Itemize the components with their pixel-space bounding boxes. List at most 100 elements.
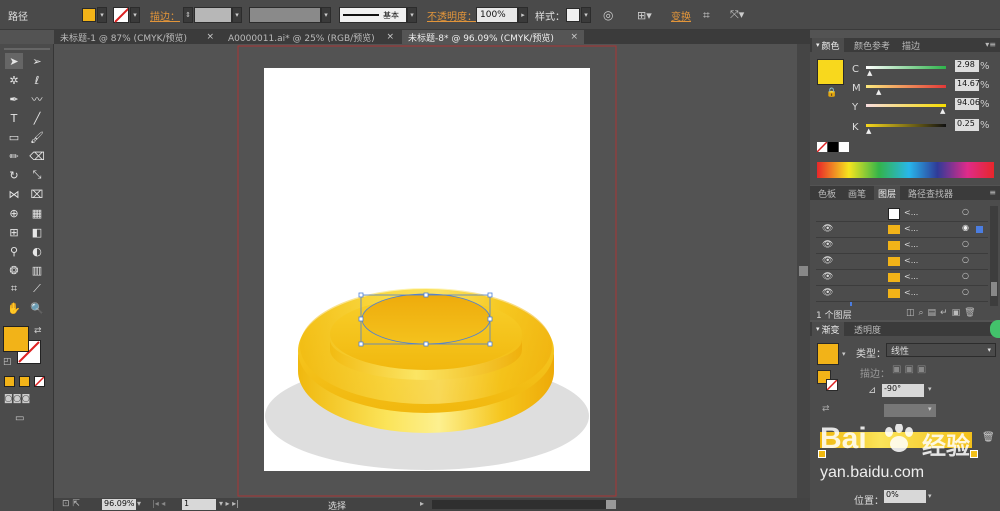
status-menu-icon[interactable]: ▸ — [420, 499, 424, 508]
gradient-slider-bar[interactable] — [820, 432, 972, 448]
artboard-tool-icon[interactable]: ⌗ — [5, 281, 23, 297]
stroke-link[interactable]: 描边： — [150, 7, 180, 23]
rectangle-tool-icon[interactable]: ▭ — [5, 129, 23, 145]
hand-tool-icon[interactable]: ✋ — [5, 300, 23, 316]
angle-input[interactable]: -90° — [882, 384, 924, 397]
stroke-weight-dropdown[interactable]: ▾ — [232, 7, 242, 23]
symbol-sprayer-tool-icon[interactable]: ❂ — [5, 262, 23, 278]
tab-brushes[interactable]: 画笔 — [844, 186, 870, 200]
align-icon[interactable]: ⊞▾ — [637, 7, 659, 23]
canvas-vertical-scrollbar[interactable] — [797, 44, 810, 498]
shape-builder-tool-icon[interactable]: ⊕ — [5, 205, 23, 221]
tab-layers[interactable]: 图层 — [874, 186, 901, 200]
opacity-link[interactable]: 不透明度： — [427, 7, 477, 23]
stroke-weight-input[interactable] — [194, 7, 232, 23]
close-icon[interactable]: × — [206, 32, 214, 42]
eye-icon[interactable]: 👁 — [822, 224, 833, 234]
edge-badge[interactable] — [990, 320, 1000, 338]
gradient-type-select[interactable]: 线性 ▾ — [886, 343, 996, 357]
curvature-tool-icon[interactable]: 〰 — [28, 91, 46, 107]
line-tool-icon[interactable]: ╱ — [28, 110, 46, 126]
fill-dropdown[interactable]: ▾ — [97, 7, 107, 23]
color-swatch-preview[interactable] — [817, 59, 844, 85]
aspect-ratio-dropdown[interactable]: ▾ — [928, 405, 932, 413]
selection-indicator[interactable] — [976, 226, 983, 233]
zoom-tool-icon[interactable]: 🔍 — [28, 300, 46, 316]
gradient-mode-button[interactable] — [19, 376, 30, 387]
zoom-input[interactable]: 96.09% — [102, 499, 136, 510]
k-slider-thumb[interactable]: ▲ — [866, 127, 871, 135]
tab-pathfinder[interactable]: 路径查找器 — [904, 186, 957, 200]
layer-row[interactable]: 👁 <... ○ — [816, 238, 988, 254]
layer-row[interactable]: 👁 <... ○ — [816, 286, 988, 302]
isolate-icon[interactable]: ⌗ — [703, 7, 719, 23]
canvas-area[interactable] — [54, 44, 797, 498]
width-tool-icon[interactable]: ⋈ — [5, 186, 23, 202]
stroke-none-swatch[interactable] — [113, 7, 129, 23]
style-swatch[interactable] — [566, 8, 580, 22]
artboard-next-icons[interactable]: ▾ ▸ ▸| — [219, 499, 239, 508]
target-icon[interactable]: ○ — [962, 207, 969, 216]
target-icon[interactable]: ○ — [962, 271, 969, 280]
layer-row[interactable]: 👁 <... ◉ — [816, 222, 988, 238]
target-icon[interactable]: ○ — [962, 255, 969, 264]
eyedropper-tool-icon[interactable]: ⚲ — [5, 243, 23, 259]
close-icon[interactable]: × — [570, 32, 578, 42]
tab-gradient[interactable]: ▾ 渐变 — [812, 322, 844, 336]
y-slider-thumb[interactable]: ▲ — [940, 107, 945, 115]
scrollbar-thumb[interactable] — [799, 266, 808, 276]
none-mode-button[interactable] — [34, 376, 45, 387]
magic-wand-tool-icon[interactable]: ✲ — [5, 72, 23, 88]
draw-mode-icons[interactable]: ◙◙◙ — [4, 394, 30, 404]
fill-swatch[interactable] — [82, 8, 96, 22]
lasso-tool-icon[interactable]: ℓ — [28, 72, 46, 88]
gradient-tool-icon[interactable]: ◧ — [28, 224, 46, 240]
y-value-input[interactable]: 94.06 — [955, 98, 980, 110]
artboard-prev-icons[interactable]: |◂ ◂ — [152, 499, 165, 508]
tab-color-guide[interactable]: 颜色参考 — [850, 38, 894, 52]
perspective-grid-tool-icon[interactable]: ▦ — [28, 205, 46, 221]
stroke-indicator[interactable] — [826, 379, 838, 391]
angle-dropdown[interactable]: ▾ — [928, 385, 932, 393]
k-value-input[interactable]: 0.25 — [955, 119, 979, 131]
variable-width-dropdown[interactable]: ▾ — [321, 7, 331, 23]
gradient-stop-left[interactable] — [818, 450, 826, 458]
pen-tool-icon[interactable]: ✒ — [5, 91, 23, 107]
rotate-tool-icon[interactable]: ↻ — [5, 167, 23, 183]
mesh-tool-icon[interactable]: ⊞ — [5, 224, 23, 240]
swap-fill-stroke-icon[interactable]: ⇄ — [34, 326, 42, 336]
horizontal-scrollbar[interactable] — [432, 500, 616, 509]
free-transform-tool-icon[interactable]: ⌧ — [28, 186, 46, 202]
transform-link[interactable]: 变换 — [671, 7, 691, 23]
black-swatch[interactable] — [828, 142, 838, 152]
stroke-dropdown[interactable]: ▾ — [130, 7, 140, 23]
eye-icon[interactable]: 👁 — [822, 256, 833, 266]
position-input[interactable]: 0% — [884, 490, 926, 503]
reverse-gradient-icon[interactable]: ⇄ — [822, 404, 830, 414]
scale-tool-icon[interactable]: ⤡ — [28, 167, 46, 183]
eye-icon[interactable]: 👁 — [822, 272, 833, 282]
layer-row[interactable]: 👁 <... ○ — [816, 270, 988, 286]
gradient-preset-dropdown[interactable]: ▾ — [842, 350, 846, 358]
screen-mode-icon[interactable]: ▭ — [15, 413, 24, 424]
eye-icon[interactable]: 👁 — [822, 288, 833, 298]
layer-row[interactable]: 👁 <... ○ — [816, 254, 988, 270]
arrange-icon[interactable]: ⤧▾ — [730, 7, 752, 23]
brush-profile-field[interactable]: 基本 — [339, 7, 407, 23]
gradient-preview-swatch[interactable] — [817, 343, 839, 365]
fill-color-box[interactable] — [3, 326, 29, 352]
brush-profile-dropdown[interactable]: ▾ — [407, 7, 417, 23]
c-slider-thumb[interactable]: ▲ — [867, 69, 872, 77]
target-icon[interactable]: ○ — [962, 287, 969, 296]
c-value-input[interactable]: 2.98 — [955, 60, 979, 72]
opacity-dropdown[interactable]: ▸ — [518, 7, 528, 23]
tab-transparency[interactable]: 透明度 — [850, 322, 885, 336]
none-color-swatch[interactable] — [816, 141, 828, 153]
panel-menu-icon[interactable]: ▾≡ — [985, 40, 996, 49]
selection-tool-icon[interactable]: ➤ — [5, 53, 23, 69]
tab-swatches[interactable]: 色板 — [814, 186, 840, 200]
tab-doc-2[interactable]: A0000011.ai* @ 25% (RGB/预览) × — [222, 30, 400, 44]
pencil-tool-icon[interactable]: ✏ — [5, 148, 23, 164]
position-dropdown[interactable]: ▾ — [928, 492, 932, 500]
close-icon[interactable]: × — [386, 32, 394, 42]
